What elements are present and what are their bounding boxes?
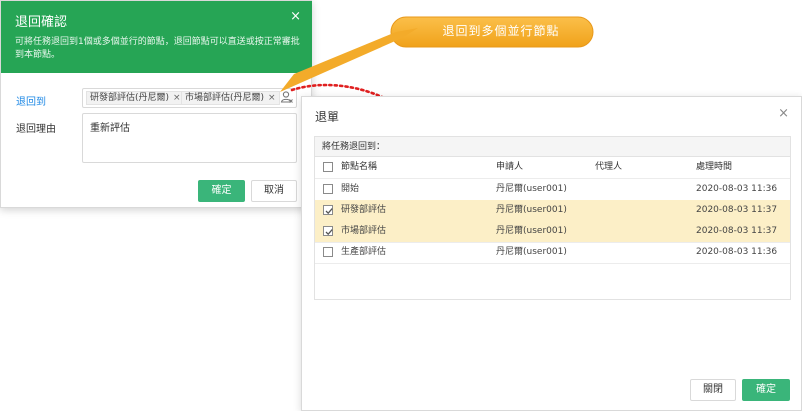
table-row[interactable]: 市場部評估 丹尼爾(user001) 2020-08-03 11:37 <box>315 221 790 242</box>
sheet-ok-button[interactable]: 確定 <box>742 379 790 401</box>
tag-remove-icon[interactable]: × <box>173 93 181 103</box>
confirm-cancel-button[interactable]: 取消 <box>251 180 297 202</box>
return-to-tag-input[interactable]: 研發部評估(丹尼爾) × 市場部評估(丹尼爾) × <box>82 88 297 108</box>
applicant: 丹尼爾(user001) <box>496 247 567 257</box>
row-checkbox[interactable] <box>323 184 333 194</box>
process-time: 2020-08-03 11:36 <box>696 184 778 194</box>
row-checkbox[interactable] <box>323 226 333 236</box>
return-confirm-dialog: 退回確認 × 可將任務退回到1個或多個並行的節點，退回節點可以直送或按正常審批到… <box>0 0 312 208</box>
sheet-close-button[interactable]: 關閉 <box>690 379 736 401</box>
check-icon <box>325 208 333 215</box>
node-name: 生產部評估 <box>341 247 387 257</box>
panel-title: 將任務退回到： <box>315 137 790 157</box>
applicant: 丹尼爾(user001) <box>496 184 567 194</box>
row-checkbox[interactable] <box>323 205 333 215</box>
dialog-description: 可將任務退回到1個或多個並行的節點，退回節點可以直送或按正常審批到本節點。 <box>15 37 300 60</box>
callout-text: 退回到多個並行節點 <box>442 24 560 38</box>
dialog-header: 退回確認 × 可將任務退回到1個或多個並行的節點，退回節點可以直送或按正常審批到… <box>1 1 312 73</box>
close-icon[interactable]: × <box>290 10 301 23</box>
return-reason-textarea[interactable]: 重新評估 <box>82 113 297 163</box>
table-header: 節點名稱 申請人 代理人 處理時間 <box>315 157 790 178</box>
column-header: 節點名稱 <box>341 162 378 172</box>
node-name: 開始 <box>341 184 360 194</box>
check-icon <box>325 229 333 236</box>
applicant: 丹尼爾(user001) <box>496 226 567 236</box>
node-tag: 研發部評估(丹尼爾) × <box>86 91 185 105</box>
select-all-checkbox[interactable] <box>323 162 333 172</box>
sheet-title: 退單 <box>315 110 340 124</box>
table-row[interactable]: 開始 丹尼爾(user001) 2020-08-03 11:36 <box>315 179 790 200</box>
column-header: 代理人 <box>595 162 623 172</box>
process-time: 2020-08-03 11:36 <box>696 247 778 257</box>
confirm-ok-button[interactable]: 確定 <box>198 180 245 202</box>
return-reason-label: 退回理由 <box>16 124 56 135</box>
node-name: 市場部評估 <box>341 226 387 236</box>
row-checkbox[interactable] <box>323 247 333 257</box>
process-time: 2020-08-03 11:37 <box>696 226 778 236</box>
dialog-title: 退回確認 <box>15 15 68 30</box>
column-header: 處理時間 <box>696 162 733 172</box>
return-sheet-dialog: 退單 × 將任務退回到： 節點名稱 申請人 代理人 處理時間 開始 丹尼爾(us… <box>301 96 802 411</box>
table-row[interactable]: 生產部評估 丹尼爾(user001) 2020-08-03 11:36 <box>315 242 790 263</box>
close-icon[interactable]: × <box>778 107 789 120</box>
node-name: 研發部評估 <box>341 205 387 215</box>
column-header: 申請人 <box>496 162 524 172</box>
return-node-panel: 將任務退回到： 節點名稱 申請人 代理人 處理時間 開始 丹尼爾(user001… <box>314 136 791 300</box>
table-row[interactable]: 研發部評估 丹尼爾(user001) 2020-08-03 11:37 <box>315 200 790 221</box>
process-time: 2020-08-03 11:37 <box>696 205 778 215</box>
return-to-label: 退回到 <box>16 97 46 108</box>
node-tag-label: 市場部評估(丹尼爾) <box>185 93 265 103</box>
node-tag-label: 研發部評估(丹尼爾) <box>90 93 170 103</box>
node-tag: 市場部評估(丹尼爾) × <box>181 91 280 105</box>
applicant: 丹尼爾(user001) <box>496 205 567 215</box>
